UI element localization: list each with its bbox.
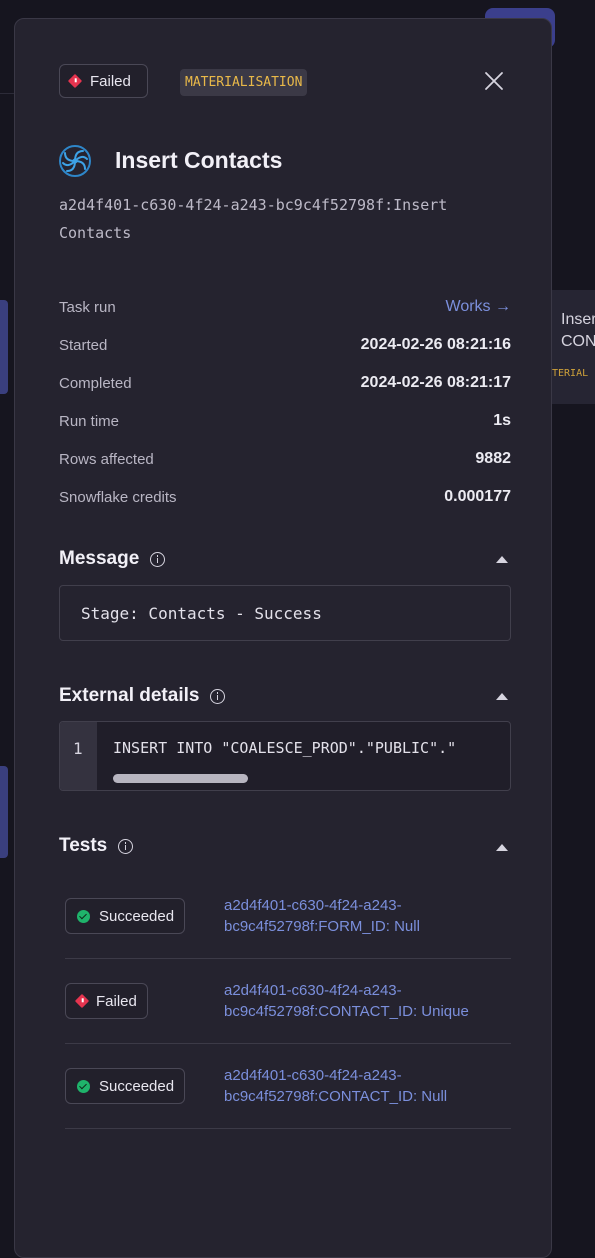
node-type-tag: MATERIALISATION: [180, 69, 308, 96]
tests-list: Succeeded a2d4f401-c630-4f24-a243-bc9c4f…: [65, 874, 511, 1129]
status-badge: Failed: [65, 983, 148, 1019]
test-row: Failed a2d4f401-c630-4f24-a243-bc9c4f527…: [65, 959, 511, 1044]
close-button[interactable]: [483, 70, 505, 92]
background-node-tag: TERIAL: [552, 368, 589, 379]
status-badge-label: Succeeded: [99, 1077, 175, 1095]
snowflake-swirl-icon: [59, 145, 91, 177]
message-box: Stage: Contacts - Success: [59, 585, 511, 641]
test-name-link[interactable]: a2d4f401-c630-4f24-a243-bc9c4f52798f:CON…: [224, 980, 514, 1022]
detail-row-completed: Completed 2024-02-26 08:21:17: [59, 364, 511, 402]
detail-row-run-time: Run time 1s: [59, 402, 511, 440]
run-details-list: Task run Works → Started 2024-02-26 08:2…: [59, 288, 511, 516]
external-details-heading-label: External details: [59, 685, 200, 706]
success-check-icon: [77, 909, 90, 923]
detail-value: 0.000177: [444, 488, 511, 505]
detail-label: Run time: [59, 412, 120, 430]
background-node-accent: [0, 766, 8, 858]
status-badge: Succeeded: [65, 898, 186, 934]
external-details-heading: External details: [59, 685, 226, 707]
test-row: Succeeded a2d4f401-c630-4f24-a243-bc9c4f…: [65, 874, 511, 959]
task-run-link[interactable]: Works →: [446, 298, 511, 316]
horizontal-scrollbar[interactable]: [113, 774, 248, 783]
tests-heading-label: Tests: [59, 835, 108, 856]
status-badge: Succeeded: [65, 1068, 186, 1104]
info-icon[interactable]: [210, 688, 226, 704]
detail-label: Task run: [59, 298, 116, 316]
info-icon[interactable]: [118, 838, 134, 854]
code-line: INSERT INTO "COALESCE_PROD"."PUBLIC".": [113, 739, 457, 757]
collapse-tests-caret-icon[interactable]: [496, 844, 508, 851]
detail-label: Started: [59, 336, 108, 354]
node-id: a2d4f401-c630-4f24-a243-bc9c4f52798f:Ins…: [59, 196, 448, 242]
status-badge: Failed: [59, 64, 148, 98]
detail-label: Completed: [59, 374, 132, 392]
test-row: Succeeded a2d4f401-c630-4f24-a243-bc9c4f…: [65, 1044, 511, 1129]
detail-value: 1s: [493, 412, 511, 429]
success-check-icon: [77, 1079, 90, 1093]
message-heading-label: Message: [59, 548, 140, 569]
status-badge-label: Failed: [96, 992, 137, 1010]
tests-heading: Tests: [59, 835, 134, 857]
info-icon[interactable]: [150, 551, 166, 567]
background-node-title: Inser CON: [561, 311, 595, 350]
code-viewer[interactable]: 1 INSERT INTO "COALESCE_PROD"."PUBLIC".": [59, 721, 511, 791]
detail-value: 2024-02-26 08:21:16: [360, 336, 511, 353]
background-node-accent: [0, 300, 8, 394]
collapse-external-caret-icon[interactable]: [496, 693, 508, 700]
message-text: Stage: Contacts - Success: [81, 603, 322, 623]
failed-diamond-icon: [67, 73, 83, 89]
message-heading: Message: [59, 548, 166, 570]
collapse-message-caret-icon[interactable]: [496, 556, 508, 563]
test-name-link[interactable]: a2d4f401-c630-4f24-a243-bc9c4f52798f:CON…: [224, 1065, 514, 1107]
detail-label: Snowflake credits: [59, 488, 177, 506]
detail-row-snowflake-credits: Snowflake credits 0.000177: [59, 478, 511, 516]
detail-label: Rows affected: [59, 450, 154, 468]
node-title: Insert Contacts: [115, 147, 283, 173]
line-number: 1: [73, 739, 83, 758]
close-icon: [485, 72, 503, 90]
test-name-link[interactable]: a2d4f401-c630-4f24-a243-bc9c4f52798f:FOR…: [224, 895, 514, 937]
status-badge-label: Succeeded: [99, 907, 175, 925]
detail-row-rows-affected: Rows affected 9882: [59, 440, 511, 478]
detail-row-task-run: Task run Works →: [59, 288, 511, 326]
node-run-details-panel: Failed MATERIALISATION Insert Contacts a…: [14, 18, 552, 1258]
detail-row-started: Started 2024-02-26 08:21:16: [59, 326, 511, 364]
status-badge-label: Failed: [90, 72, 131, 90]
detail-value: 2024-02-26 08:21:17: [360, 374, 511, 391]
detail-value: 9882: [475, 450, 511, 467]
failed-diamond-icon: [74, 993, 90, 1009]
